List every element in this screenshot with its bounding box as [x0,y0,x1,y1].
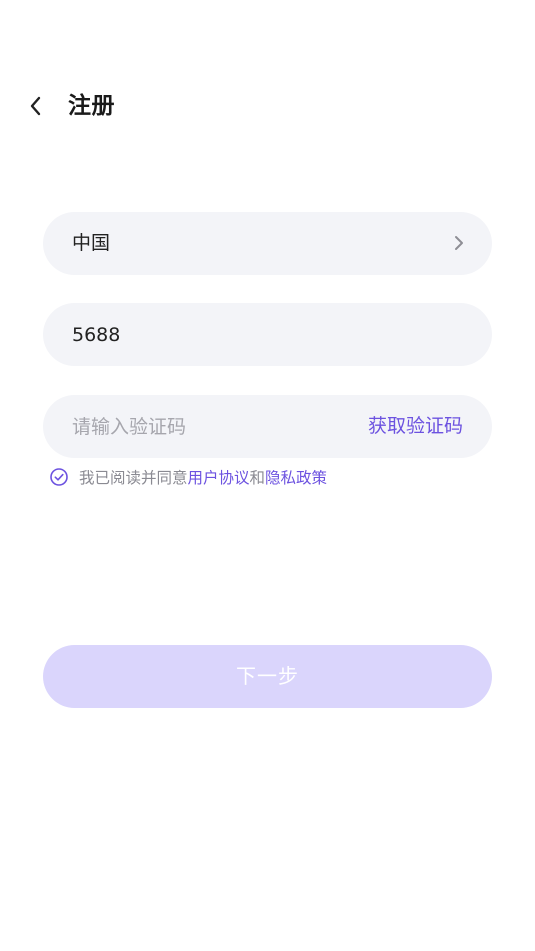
agreement-row: 我已阅读并同意 用户协议 和 隐私政策 [49,464,327,490]
phone-field [43,303,492,366]
header-bar: 注册 [0,80,535,136]
country-selector[interactable]: 中国 [43,212,492,275]
chevron-left-icon [30,96,41,116]
user-agreement-link[interactable]: 用户协议 [188,466,250,488]
verification-code-field: 获取验证码 [43,395,492,458]
privacy-policy-link[interactable]: 隐私政策 [265,466,327,488]
next-button[interactable]: 下一步 [43,645,492,708]
chevron-right-icon [455,236,463,250]
agreement-prefix: 我已阅读并同意 [79,469,188,487]
get-code-button[interactable]: 获取验证码 [368,395,463,458]
verification-code-input[interactable] [72,395,332,458]
page-title: 注册 [68,93,115,119]
agreement-checkbox[interactable] [49,467,69,487]
check-circle-icon [50,468,68,486]
phone-input[interactable] [72,303,452,366]
back-button[interactable] [22,92,50,120]
agreement-conjunction: 和 [249,469,266,487]
country-value: 中国 [72,232,111,254]
